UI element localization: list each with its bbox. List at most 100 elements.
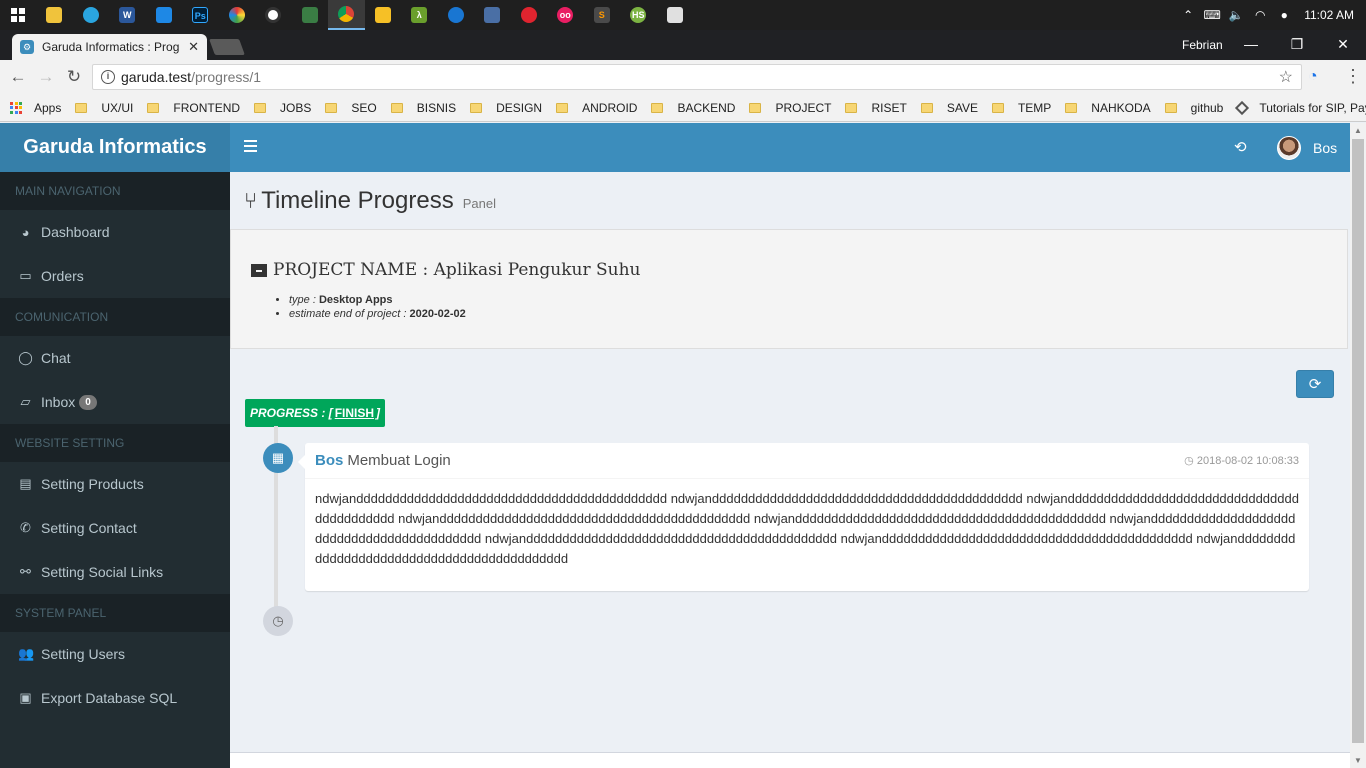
sidebar-item-setting-users[interactable]: 👥 Setting Users [0, 632, 230, 676]
reload-icon[interactable]: ↻ [60, 67, 88, 87]
sidebar-item-inbox[interactable]: ▱ Inbox 0 [0, 380, 230, 424]
bookmark-folder[interactable]: RISET [845, 101, 907, 115]
progress-status-label: PROGRESS : [ FINISH ] [245, 399, 386, 427]
sidebar-item-export-database[interactable]: ▣ Export Database SQL [0, 676, 230, 720]
bookmark-folder[interactable]: FRONTEND [147, 101, 240, 115]
system-tray: ⌃ ⌨ 🔈 ◠ ● 11:02 AM [1176, 0, 1366, 30]
app-taskbar-icon[interactable] [146, 0, 183, 30]
bookmark-star-icon[interactable]: ☆ [1279, 67, 1293, 87]
nav-section-header: SYSTEM PANEL [0, 594, 230, 632]
more-menu-icon[interactable]: ⋮ [1344, 66, 1362, 87]
paint-taskbar-icon[interactable] [219, 0, 256, 30]
opera-taskbar-icon[interactable] [511, 0, 548, 30]
photoshop-taskbar-icon[interactable]: Ps [182, 0, 219, 30]
bookmark-folder[interactable]: github [1164, 101, 1223, 115]
sidebar-item-dashboard[interactable]: ◕ Dashboard [0, 210, 230, 254]
file-explorer-taskbar-icon[interactable] [36, 0, 73, 30]
diamond-icon [1235, 100, 1250, 115]
bookmark-folder[interactable]: UX/UI [75, 101, 133, 115]
top-navbar: ⟲ Bos [230, 123, 1350, 172]
bookmarks-bar: Apps UX/UI FRONTEND JOBS SEO BISNIS DESI… [0, 94, 1366, 122]
keep-taskbar-icon[interactable] [365, 0, 402, 30]
sublime-taskbar-icon[interactable]: S [584, 0, 621, 30]
address-bar[interactable]: i garuda.test /progress/1 ☆ [92, 64, 1302, 90]
browser-tab[interactable]: ⚙ Garuda Informatics : Prog ✕ [12, 34, 207, 60]
bookmark-folder[interactable]: BISNIS [390, 101, 456, 115]
scroll-up-arrow-icon[interactable]: ▲ [1354, 126, 1362, 135]
windows-logo-icon [11, 8, 25, 22]
app-taskbar-icon[interactable]: HS [620, 0, 657, 30]
refresh-icon: ⟳ [1308, 376, 1322, 393]
sidebar-item-setting-social-links[interactable]: ⚯ Setting Social Links [0, 550, 230, 594]
app-taskbar-icon[interactable]: λ [401, 0, 438, 30]
bookmark-folder[interactable]: PROJECT [749, 101, 831, 115]
app-taskbar-icon[interactable]: oo [547, 0, 584, 30]
chevron-up-icon[interactable]: ⌃ [1176, 8, 1200, 22]
volume-icon[interactable]: 🔈 [1224, 8, 1248, 22]
refresh-button[interactable]: ⟳ [1296, 370, 1334, 398]
forward-arrow-icon[interactable]: → [32, 67, 60, 87]
scroll-down-arrow-icon[interactable]: ▼ [1354, 756, 1362, 765]
user-name[interactable]: Bos [1313, 140, 1337, 156]
bookmark-folder[interactable]: SAVE [920, 101, 978, 115]
browser-toolbar: ← → ↻ i garuda.test /progress/1 ☆ ◔ ⋮ [0, 60, 1366, 94]
sidebar-item-orders[interactable]: ▭ Orders [0, 254, 230, 298]
calendar-icon: ▦ [263, 443, 293, 473]
close-window-icon[interactable]: ✕ [1320, 30, 1366, 58]
history-icon[interactable]: ⟲ [1234, 138, 1247, 156]
network-taskbar-icon[interactable] [474, 0, 511, 30]
search-taskbar-icon[interactable] [73, 0, 110, 30]
folder-icon [254, 102, 267, 113]
progress-status-link[interactable]: FINISH [335, 406, 374, 420]
folder-icon [991, 102, 1004, 113]
windows-taskbar: W Ps λ oo S HS ⌃ ⌨ 🔈 ◠ ● 11:02 AM [0, 0, 1366, 30]
bookmark-folder[interactable]: ANDROID [556, 101, 637, 115]
back-arrow-icon[interactable]: ← [4, 67, 32, 87]
page-scrollbar[interactable]: ▲ ▼ [1350, 123, 1366, 768]
folder-icon [920, 102, 933, 113]
app-taskbar-icon[interactable] [657, 0, 694, 30]
clock-icon: ◷ [1184, 455, 1194, 467]
timeline-action: Membuat Login [347, 452, 451, 469]
project-name: PROJECT NAME : Aplikasi Pengukur Suhu [251, 260, 640, 280]
bookmark-link[interactable]: Tutorials for SIP, Pay [1235, 100, 1366, 115]
taskbar-clock[interactable]: 11:02 AM [1296, 8, 1366, 22]
bookmark-folder[interactable]: TEMP [991, 101, 1051, 115]
windows-start-button[interactable] [0, 0, 36, 30]
obs-taskbar-icon[interactable] [255, 0, 292, 30]
bookmark-folder[interactable]: JOBS [254, 101, 311, 115]
sidebar-item-setting-products[interactable]: ▤ Setting Products [0, 462, 230, 506]
chrome-taskbar-icon[interactable] [328, 0, 365, 30]
bookmark-folder[interactable]: SEO [325, 101, 377, 115]
brand-logo[interactable]: Garuda Informatics [0, 123, 230, 172]
wifi-icon[interactable]: ◠ [1248, 8, 1272, 22]
profile-name[interactable]: Febrian [1182, 38, 1223, 52]
sidebar-item-chat[interactable]: ◯ Chat [0, 336, 230, 380]
sidebar-item-setting-contact[interactable]: ✆ Setting Contact [0, 506, 230, 550]
timeline-author[interactable]: Bos [315, 452, 343, 469]
extension-icon[interactable]: ◔ [1308, 68, 1328, 86]
nav-section-header: COMUNICATION [0, 298, 230, 336]
bookmark-folder[interactable]: BACKEND [651, 101, 735, 115]
info-icon[interactable]: i [101, 70, 115, 84]
url-host: garuda.test [121, 69, 192, 85]
url-path: /progress/1 [191, 69, 262, 85]
app-tray-icon[interactable]: ● [1272, 8, 1296, 22]
word-taskbar-icon[interactable]: W [109, 0, 146, 30]
bookmark-apps[interactable]: Apps [10, 101, 61, 115]
restore-icon[interactable]: ❐ [1274, 30, 1320, 58]
bookmark-folder[interactable]: NAHKODA [1065, 101, 1151, 115]
new-tab-button[interactable] [209, 39, 245, 55]
unlink-icon: ⚯ [20, 564, 31, 579]
avatar[interactable] [1277, 136, 1301, 160]
bookmark-folder[interactable]: DESIGN [470, 101, 542, 115]
folder-icon [556, 102, 569, 113]
page-footer [230, 752, 1350, 768]
minimize-icon[interactable]: — [1228, 30, 1274, 58]
close-tab-icon[interactable]: ✕ [188, 39, 199, 55]
app-taskbar-icon[interactable] [438, 0, 475, 30]
scrollbar-thumb[interactable] [1352, 139, 1364, 743]
keyboard-icon[interactable]: ⌨ [1200, 8, 1224, 22]
hamburger-menu-icon[interactable] [244, 140, 257, 153]
app-taskbar-icon[interactable] [292, 0, 329, 30]
